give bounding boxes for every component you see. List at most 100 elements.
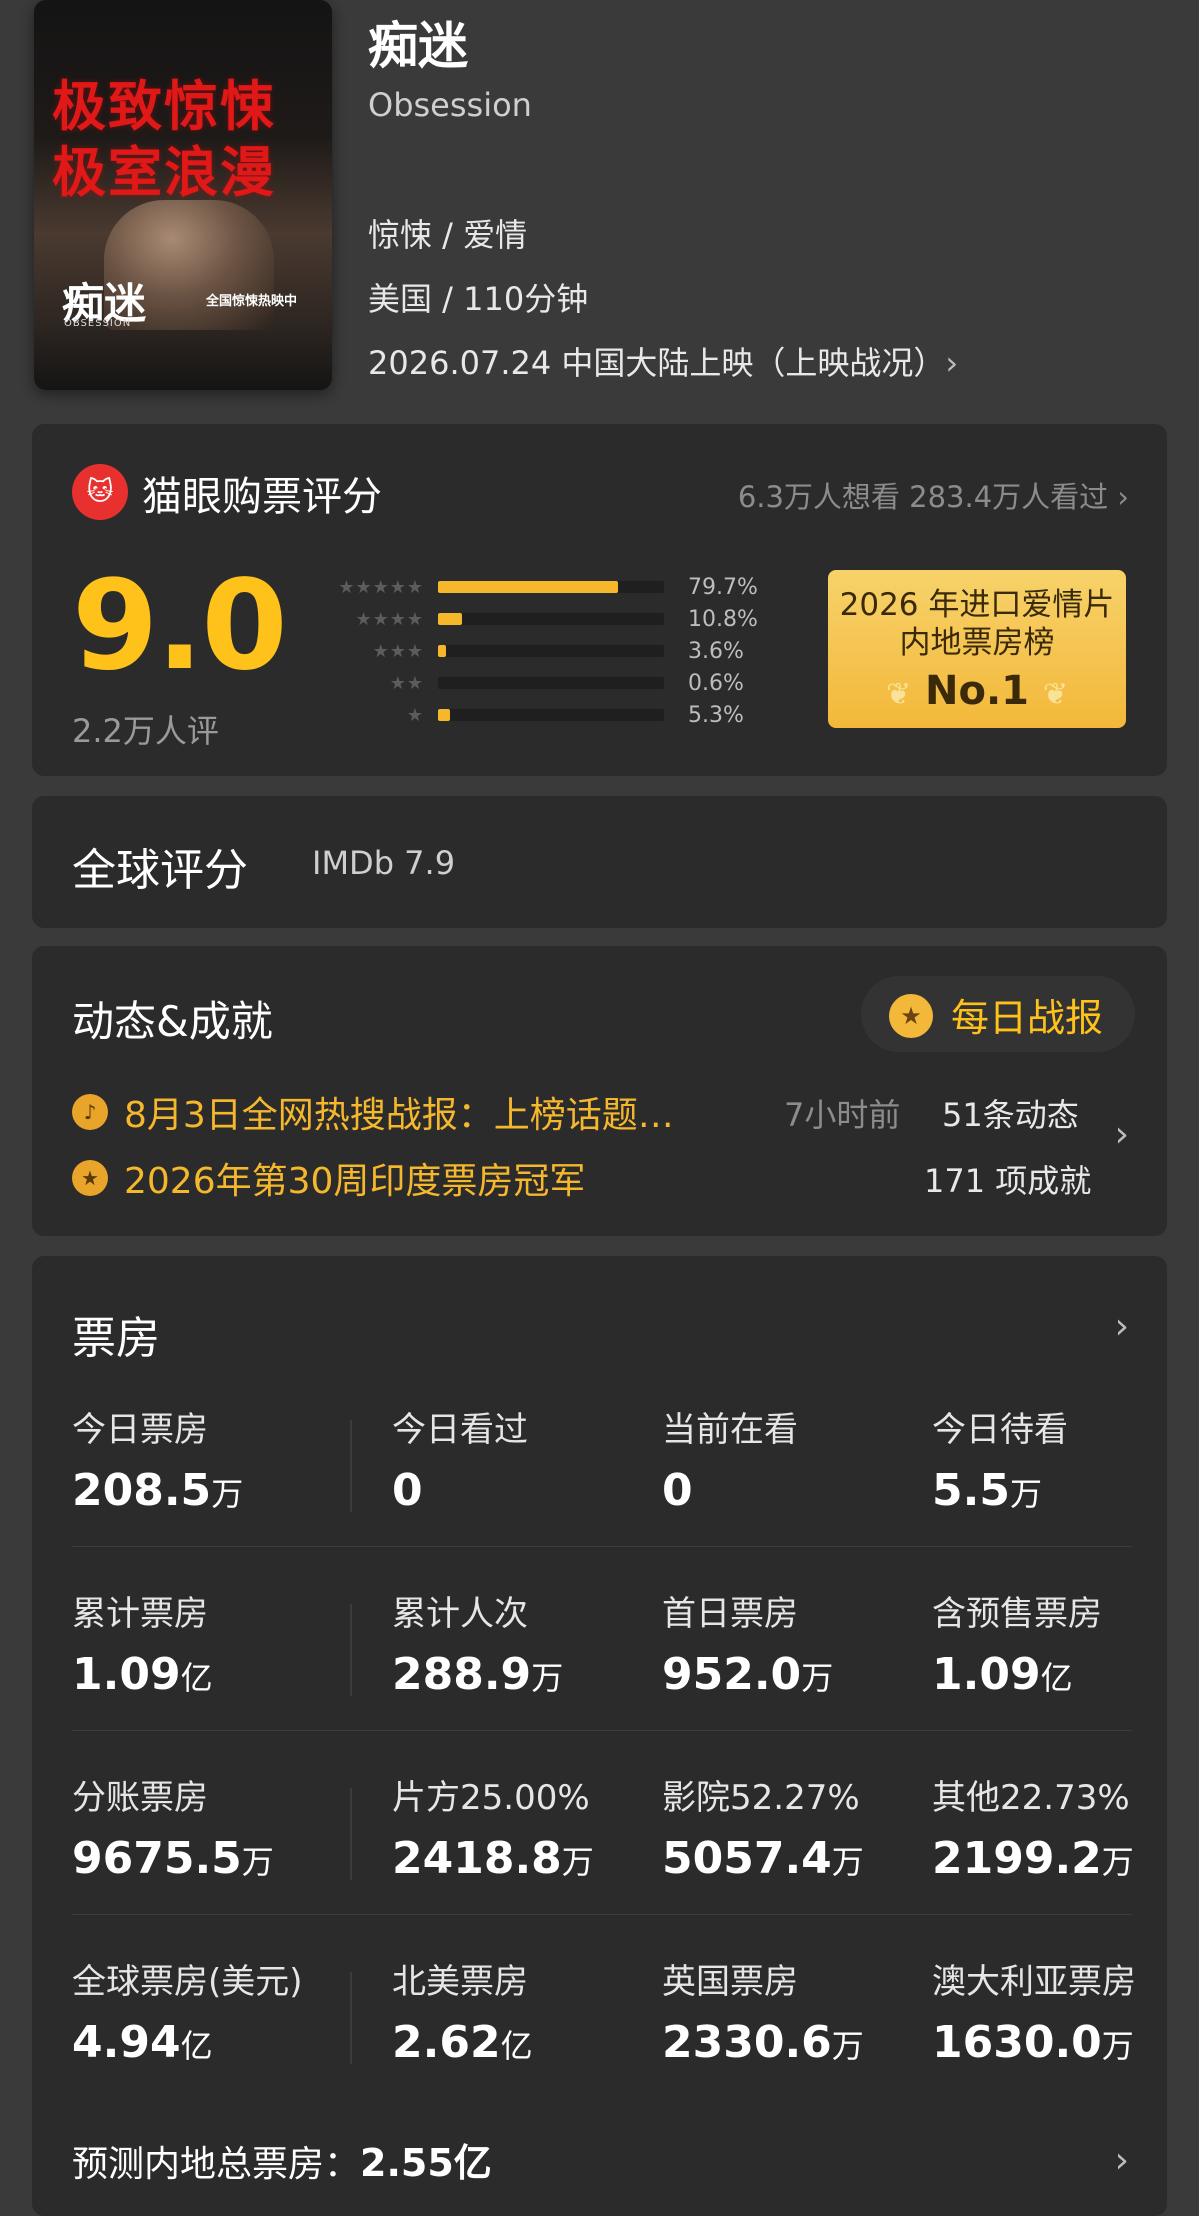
rating-bar-fill: [438, 613, 463, 625]
stat-label: 分账票房: [72, 1778, 208, 1818]
chevron-right-icon[interactable]: ›: [1115, 1306, 1129, 1347]
stat-label: 当前在看: [662, 1410, 798, 1450]
box-office-stat: 首日票房 952.0万: [662, 1586, 833, 1700]
predicted-total-box-office[interactable]: 预测内地总票房：2.55亿: [72, 2132, 492, 2187]
box-office-stat: 当前在看 0: [662, 1402, 798, 1516]
maoyan-rating-card[interactable]: 🐱 猫眼购票评分 6.3万人想看 283.4万人看过 › 9.0 2.2万人评 …: [32, 424, 1167, 776]
chevron-right-icon[interactable]: ›: [1115, 1114, 1129, 1155]
movie-release-link[interactable]: 2026.07.24 中国大陆上映（上映战况）›: [368, 338, 958, 384]
stat-number: 1.09: [932, 1649, 1041, 1700]
stat-number: 2199.2: [932, 1833, 1102, 1884]
box-office-stat: 今日票房 208.5万: [72, 1402, 243, 1516]
row-divider: [72, 1546, 1132, 1547]
stat-number: 1630.0: [932, 2017, 1102, 2068]
star-icons: ★: [406, 704, 424, 726]
star-icons: ★★: [389, 672, 424, 694]
box-office-stat: 今日待看 5.5万: [932, 1402, 1068, 1516]
poster-subtitle: OBSESSION: [64, 318, 132, 329]
stat-unit: 万: [561, 1843, 594, 1881]
dynamics-achievements-card[interactable]: 动态&成就 ★ 每日战报 ♪ 8月3日全网热搜战报：上榜话题… 7小时前 51条…: [32, 946, 1167, 1236]
rating-row: ★★★★★ 79.7%: [284, 575, 758, 600]
stat-unit: 亿: [500, 2027, 533, 2065]
stat-unit: 万: [801, 1659, 834, 1697]
column-separator: [350, 1972, 352, 2064]
stat-unit: 万: [1101, 1843, 1134, 1881]
stat-number: 952.0: [662, 1649, 802, 1700]
stat-label: 澳大利亚票房: [932, 1962, 1136, 2002]
box-office-stat: 累计人次 288.9万: [392, 1586, 563, 1700]
prediction-label: 预测内地总票房：: [72, 2144, 361, 2185]
achievement-item[interactable]: ★ 2026年第30周印度票房冠军: [72, 1152, 585, 1204]
rating-row: ★★★★ 10.8%: [284, 607, 757, 632]
box-office-stat: 英国票房 2330.6万: [662, 1954, 864, 2068]
stat-label: 累计票房: [72, 1594, 208, 1634]
stat-unit: 亿: [180, 2027, 213, 2065]
stat-label: 首日票房: [662, 1594, 798, 1634]
stat-unit: 万: [241, 1843, 274, 1881]
imdb-rating: IMDb 7.9: [312, 844, 456, 882]
movie-english-title: Obsession: [368, 86, 532, 124]
achievement-text: 2026年第30周印度票房冠军: [124, 1161, 586, 1202]
rating-percent: 5.3%: [688, 702, 744, 728]
stat-label: 全球票房(美元): [72, 1962, 303, 2002]
daily-report-button[interactable]: ★ 每日战报: [860, 976, 1135, 1052]
global-rating-title: 全球评分: [72, 845, 248, 896]
poster-hot-label: 全国惊悚热映中: [206, 294, 298, 309]
box-office-stat: 澳大利亚票房 1630.0万: [932, 1954, 1136, 2068]
column-separator: [350, 1604, 352, 1696]
maoyan-rating-title: 猫眼购票评分: [142, 474, 382, 520]
stat-label: 英国票房: [662, 1962, 798, 2002]
ranking-award-badge[interactable]: 2026 年进口爱情片 内地票房榜 ❦ No.1 ❦: [828, 570, 1126, 728]
box-office-stat: 片方25.00% 2418.8万: [392, 1770, 594, 1884]
award-line-2: 内地票房榜: [899, 625, 1055, 661]
movie-poster[interactable]: 极致惊悚 极室浪漫 痴迷 OBSESSION 全国惊悚热映中: [34, 0, 332, 390]
stat-value: 1630.0万: [932, 2017, 1136, 2068]
daily-report-label: 每日战报: [950, 995, 1103, 1040]
stat-number: 288.9: [392, 1649, 532, 1700]
news-count: 51条动态: [942, 1096, 1079, 1134]
movie-title: 痴迷: [368, 17, 468, 75]
news-time: 7小时前: [784, 1096, 901, 1134]
stat-unit: 万: [831, 1843, 864, 1881]
stat-value: 0: [392, 1465, 528, 1516]
stat-unit: 万: [1101, 2027, 1134, 2065]
stat-unit: 万: [211, 1475, 244, 1513]
movie-country-duration: 美国 / 110分钟: [368, 280, 589, 318]
rating-percent: 0.6%: [688, 670, 744, 696]
rating-bar-track: [438, 709, 664, 721]
stat-value: 9675.5万: [72, 1833, 274, 1884]
want-watched-link[interactable]: 6.3万人想看 283.4万人看过 ›: [738, 474, 1129, 516]
movie-release: 2026.07.24 中国大陆上映（上映战况）: [368, 344, 946, 382]
rating-row: ★★★ 3.6%: [284, 638, 744, 664]
bell-icon: ♪: [72, 1094, 108, 1130]
stat-label: 片方25.00%: [392, 1778, 590, 1818]
stat-label: 今日票房: [72, 1410, 208, 1450]
stat-number: 1.09: [72, 1649, 181, 1700]
stat-unit: 万: [531, 1659, 564, 1697]
stat-value: 2330.6万: [662, 2017, 864, 2068]
stat-label: 其他22.73%: [932, 1778, 1130, 1818]
box-office-stat: 其他22.73% 2199.2万: [932, 1770, 1134, 1884]
poster-tagline-2: 极室浪漫: [52, 140, 276, 204]
rating-bar-track: [438, 677, 664, 689]
prediction-value: 2.55亿: [360, 2141, 492, 2185]
news-text: 8月3日全网热搜战报：上榜话题…: [124, 1095, 674, 1136]
stat-label: 累计人次: [392, 1594, 528, 1634]
stat-unit: 万: [831, 2027, 864, 2065]
stat-number: 4.94: [72, 2017, 181, 2068]
global-rating-card[interactable]: 全球评分 IMDb 7.9: [32, 796, 1167, 928]
chevron-right-icon: ›: [945, 344, 959, 382]
rating-percent: 3.6%: [688, 638, 744, 664]
chevron-right-icon[interactable]: ›: [1115, 2140, 1129, 2181]
want-watched-count: 6.3万人想看 283.4万人看过: [737, 480, 1109, 514]
score-count: 2.2万人评: [72, 712, 219, 750]
stat-label: 今日待看: [932, 1410, 1068, 1450]
star-icons: ★★★: [372, 640, 424, 662]
news-item[interactable]: ♪ 8月3日全网热搜战报：上榜话题…: [72, 1086, 674, 1138]
stat-number: 2418.8: [392, 1833, 562, 1884]
cat-face-icon: 🐱: [72, 464, 128, 520]
stat-value: 952.0万: [662, 1649, 833, 1700]
box-office-card[interactable]: 票房 › 今日票房 208.5万 今日看过 0 当前在看 0 今日待看 5.5万 累计票房 1.0…: [32, 1256, 1167, 2216]
rating-bar-track: [438, 581, 664, 593]
stat-number: 0: [662, 1465, 693, 1516]
